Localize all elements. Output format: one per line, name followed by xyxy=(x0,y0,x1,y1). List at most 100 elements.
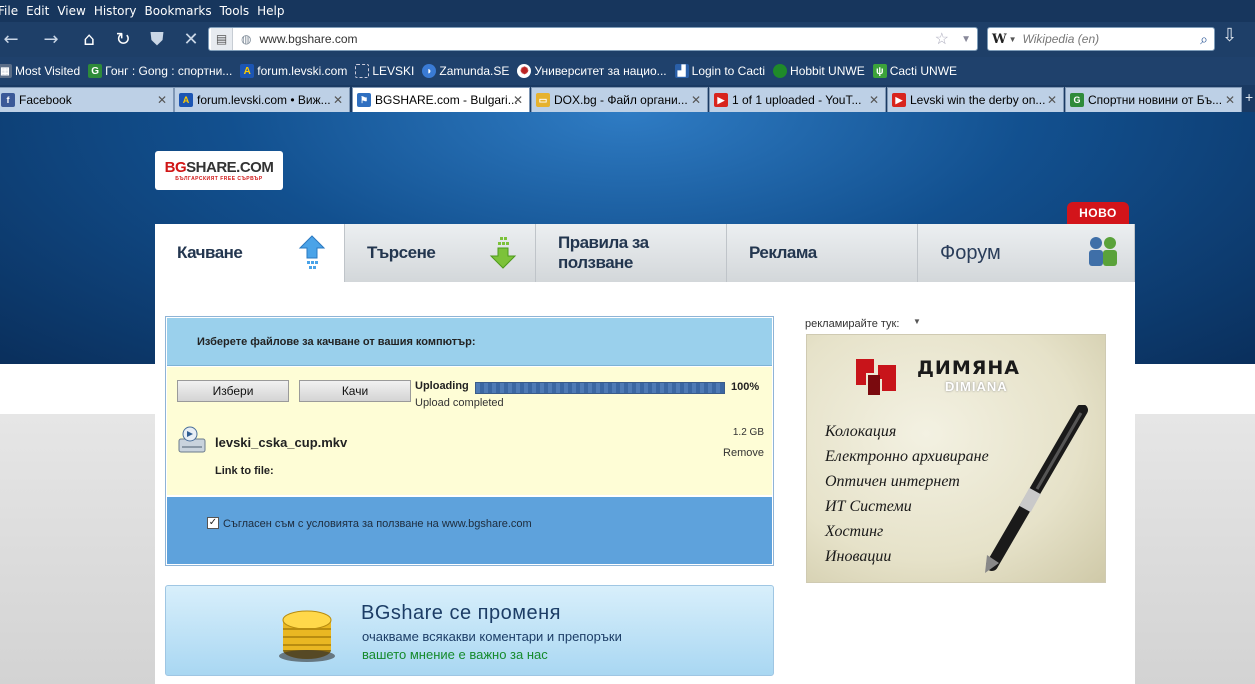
wikipedia-icon[interactable]: W xyxy=(992,32,1007,47)
search-input[interactable]: Wikipedia (en) xyxy=(1023,32,1100,46)
bgshare-flag-icon: ⚑ xyxy=(357,93,371,107)
search-bar[interactable]: W ▼ Wikipedia (en) ⌕ xyxy=(987,27,1215,51)
search-icon[interactable]: ⌕ xyxy=(1200,31,1208,48)
close-icon[interactable]: ✕ xyxy=(691,93,701,107)
agree-text[interactable]: Съгласен съм с условията за ползване на … xyxy=(223,518,532,530)
bookmark-label: Cacti UNWE xyxy=(889,64,958,78)
tab-advertising[interactable]: Реклама xyxy=(727,224,918,282)
advertisement[interactable]: ДИМЯНА DIMIANA Колокация Електронно архи… xyxy=(806,334,1106,583)
levski-forum-icon: A xyxy=(240,64,255,78)
bookmark-shield-icon[interactable]: ⛊ xyxy=(142,25,172,55)
close-icon[interactable]: ✕ xyxy=(513,93,523,107)
choose-button[interactable]: Избери xyxy=(177,380,289,402)
bookmark-forum-levski[interactable]: A forum.levski.com xyxy=(240,64,347,78)
reload-icon[interactable]: ↻ xyxy=(108,25,138,55)
tab-rules[interactable]: Правила за ползване xyxy=(536,224,727,282)
bookmark-gong[interactable]: G Гонг : Gong : спортни... xyxy=(88,64,232,78)
banner-line-2: вашето мнение е важно за нас xyxy=(362,647,548,662)
new-badge: НОВО xyxy=(1067,202,1129,224)
site-logo[interactable]: BGSHARE.COM БЪЛГАРСКИЯТ FREE СЪРВЪР xyxy=(155,151,283,190)
engine-dropdown-icon[interactable]: ▼ xyxy=(1009,35,1017,44)
menu-edit[interactable]: Edit xyxy=(22,4,53,18)
tab-label: 1 of 1 uploaded - YouT... xyxy=(732,93,862,107)
tab-forum-levski[interactable]: A forum.levski.com • Виж... ✕ xyxy=(174,87,350,112)
youtube-icon: ▶ xyxy=(714,93,728,107)
tab-sports-news[interactable]: G Спортни новини от Бъ... ✕ xyxy=(1065,87,1242,112)
navigation-bar: ← → ⌂ ↻ ⛊ ✕ ▤ ◍ www.bgshare.com ☆ ▼ W ▼ … xyxy=(0,22,1255,57)
bookmark-label: Login to Cacti xyxy=(691,64,766,78)
tab-forum[interactable]: Форум xyxy=(918,224,1135,282)
tab-bar: f Facebook ✕ A forum.levski.com • Виж...… xyxy=(0,85,1255,112)
close-icon[interactable]: ✕ xyxy=(1047,93,1057,107)
tab-label: forum.levski.com • Виж... xyxy=(197,93,331,107)
bookmark-label: Zamunda.SE xyxy=(439,64,510,78)
tab-upload[interactable]: Качване xyxy=(155,224,345,282)
close-icon[interactable]: ✕ xyxy=(157,93,167,107)
bookmarks-bar: ▦ Most Visited G Гонг : Gong : спортни..… xyxy=(0,57,1255,85)
tab-rules-label: Правила за ползване xyxy=(558,233,649,272)
close-icon[interactable]: ✕ xyxy=(869,93,879,107)
bookmark-hobbit[interactable]: Hobbit UNWE xyxy=(773,64,865,78)
bookmark-label: Hobbit UNWE xyxy=(790,64,865,78)
close-icon[interactable]: ✕ xyxy=(1225,93,1235,107)
upload-button[interactable]: Качи xyxy=(299,380,411,402)
folder-icon: ▭ xyxy=(536,93,550,107)
download-icon[interactable]: ⇩ xyxy=(1222,25,1237,46)
close-icon[interactable]: ✕ xyxy=(333,93,343,107)
tab-label: Levski win the derby on... xyxy=(910,93,1046,107)
menu-history[interactable]: History xyxy=(90,4,141,18)
menu-view[interactable]: View xyxy=(53,4,89,18)
remove-link[interactable]: Remove xyxy=(723,447,764,459)
stop-icon[interactable]: ✕ xyxy=(176,25,206,55)
url-dropdown-icon[interactable]: ▼ xyxy=(961,34,971,45)
upload-panel: Изберете файлове за качване от вашия ком… xyxy=(165,316,774,566)
tab-bgshare[interactable]: ⚑ BGSHARE.com - Bulgari... ✕ xyxy=(352,87,530,112)
feedback-banner[interactable]: BGshare се променя очакваме всякакви ком… xyxy=(165,585,774,676)
tab-youtube-derby[interactable]: ▶ Levski win the derby on... ✕ xyxy=(887,87,1064,112)
globe-icon: ◍ xyxy=(241,32,252,46)
ad-line: Хостинг xyxy=(825,523,884,540)
bookmark-most-visited[interactable]: ▦ Most Visited xyxy=(0,64,80,78)
menu-help[interactable]: Help xyxy=(253,4,288,18)
back-icon[interactable]: ← xyxy=(0,25,26,55)
bookmark-label: LEVSKI xyxy=(372,64,415,78)
logo-subtitle: БЪЛГАРСКИЯТ FREE СЪРВЪР xyxy=(175,176,263,182)
most-visited-icon: ▦ xyxy=(0,64,12,78)
agree-checkbox[interactable]: ✓ xyxy=(207,517,219,529)
tab-upload-label: Качване xyxy=(177,243,243,262)
menu-bookmarks[interactable]: Bookmarks xyxy=(141,4,216,18)
upload-arrow-icon xyxy=(298,235,326,269)
home-icon[interactable]: ⌂ xyxy=(74,25,104,55)
bookmark-cacti-login[interactable]: ▟ Login to Cacti xyxy=(674,64,766,78)
menu-tools[interactable]: Tools xyxy=(216,4,254,18)
tab-dox[interactable]: ▭ DOX.bg - Файл органи... ✕ xyxy=(531,87,708,112)
logo-rest-text: SHARE.COM xyxy=(186,159,274,176)
tab-forum-label: Форум xyxy=(940,241,1001,264)
progress-fill xyxy=(476,383,724,393)
web-page: BGSHARE.COM БЪЛГАРСКИЯТ FREE СЪРВЪР НОВО… xyxy=(0,112,1255,684)
bookmark-cacti-unwe[interactable]: ψ Cacti UNWE xyxy=(872,64,958,78)
hobbit-icon xyxy=(773,64,788,78)
tab-youtube-upload[interactable]: ▶ 1 of 1 uploaded - YouT... ✕ xyxy=(709,87,886,112)
url-text[interactable]: www.bgshare.com xyxy=(259,32,357,46)
menu-file[interactable]: File xyxy=(0,4,22,18)
dimiana-logo-icon xyxy=(856,359,896,395)
tab-search[interactable]: Търсене xyxy=(345,224,536,282)
site-identity-icon[interactable]: ▤ xyxy=(211,28,233,50)
bookmark-label: Most Visited xyxy=(15,64,81,78)
file-name: levski_cska_cup.mkv xyxy=(215,435,348,450)
forward-icon[interactable]: → xyxy=(36,25,66,55)
tab-facebook[interactable]: f Facebook ✕ xyxy=(0,87,174,112)
bookmark-unwe[interactable]: ✺ Университет за нацио... xyxy=(517,64,667,78)
bookmark-levski[interactable]: LEVSKI xyxy=(355,64,414,78)
star-icon[interactable]: ☆ xyxy=(935,29,949,49)
ad-dropdown-icon[interactable]: ▼ xyxy=(913,317,921,326)
new-tab-button[interactable]: + xyxy=(1245,89,1253,105)
url-bar[interactable]: ▤ ◍ www.bgshare.com ☆ ▼ xyxy=(208,27,978,51)
pen-icon xyxy=(985,405,1088,573)
gong-icon: G xyxy=(1070,93,1084,107)
university-icon: ✺ xyxy=(517,64,532,78)
bookmark-zamunda[interactable]: ◗ Zamunda.SE xyxy=(422,64,509,78)
bookmark-label: Университет за нацио... xyxy=(534,64,667,78)
users-icon xyxy=(1089,237,1117,266)
